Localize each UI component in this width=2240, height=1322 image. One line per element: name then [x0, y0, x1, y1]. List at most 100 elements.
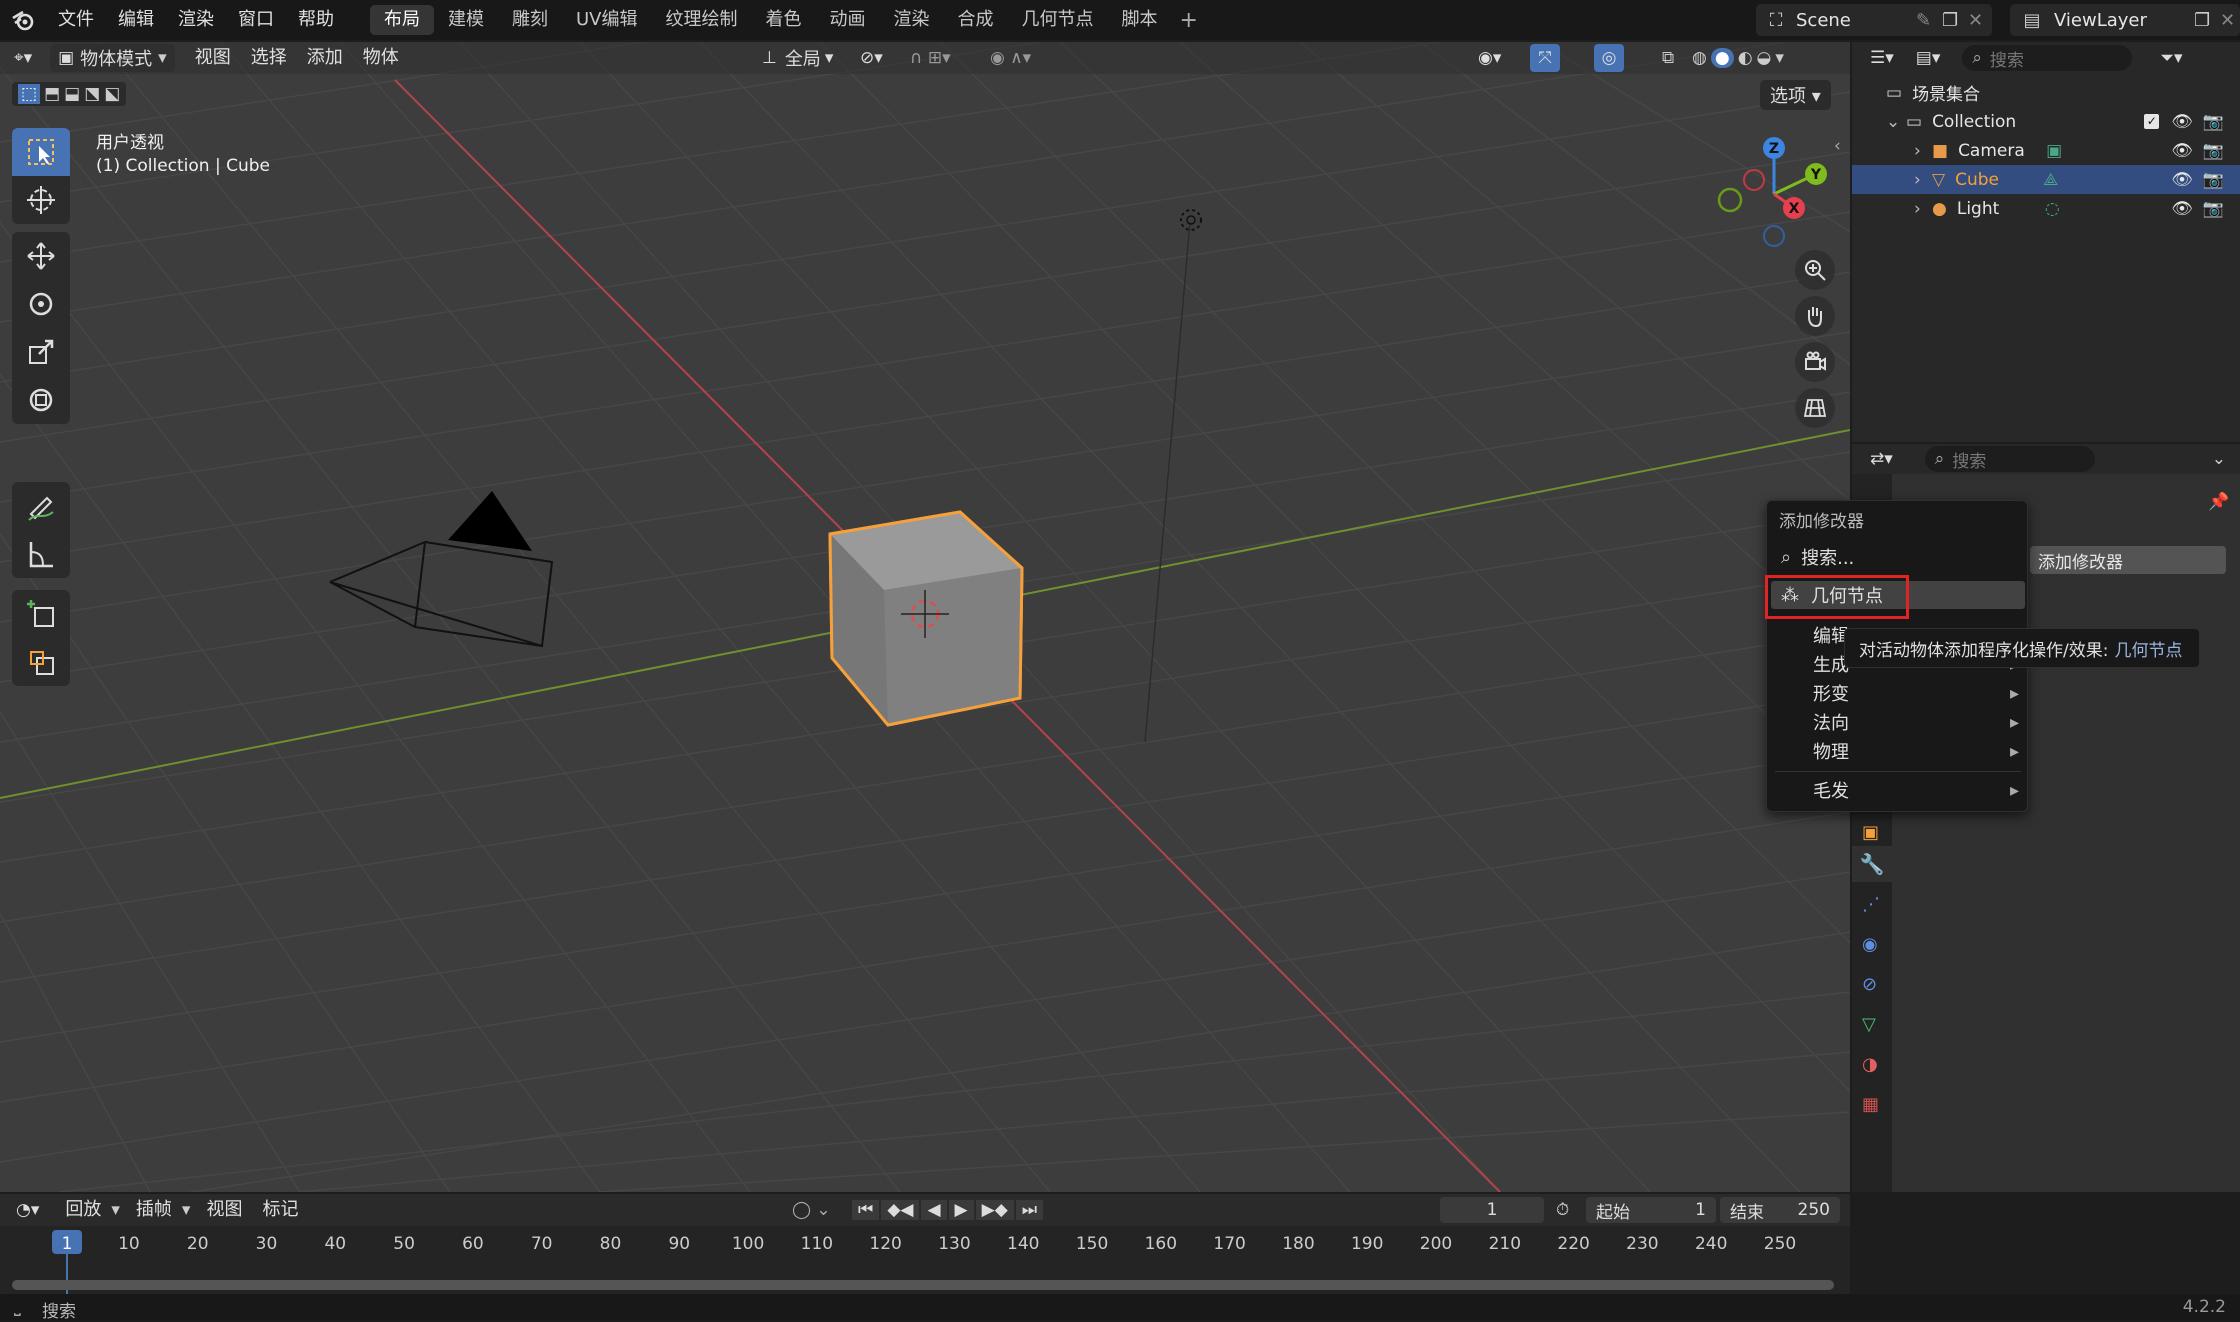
jump-start-icon[interactable]: ⏮	[852, 1200, 880, 1220]
tab-shading[interactable]: 着色	[752, 5, 816, 35]
outliner-item-camera[interactable]: › ■ Camera ▣ 👁 📷	[1852, 136, 2240, 165]
tab-geometry-nodes[interactable]: 几何节点	[1008, 5, 1108, 35]
select-intersect-icon[interactable]: ⬕	[104, 84, 120, 104]
menu-item-physics[interactable]: 物理 ▸	[1767, 737, 2029, 765]
select-invert-icon[interactable]: ⬔	[84, 84, 100, 104]
menu-help[interactable]: 帮助	[286, 0, 346, 40]
object-icon[interactable]: ▣	[1862, 822, 1879, 843]
navigation-gizmo[interactable]: Z Y X	[1714, 134, 1834, 254]
3d-viewport[interactable]: ⌖▾ ▣ 物体模式 ▾ 视图 选择 添加 物体 ⊥ 全局 ▾ ⊘▾ ∩ ⊞▾ ◉…	[0, 42, 1850, 1192]
annotate-icon[interactable]	[12, 482, 70, 530]
chevron-right-icon[interactable]: ›	[1914, 141, 1932, 161]
add-modifier-button[interactable]: 添加修改器	[2030, 546, 2226, 574]
outliner-item-cube[interactable]: › ▽ Cube ⟁ 👁 📷	[1852, 165, 2240, 194]
outliner-item-light[interactable]: › ● Light ◌ 👁 📷	[1852, 194, 2240, 223]
eye-icon[interactable]: 👁	[2171, 112, 2193, 132]
chevron-down-icon[interactable]: ⌄	[1886, 112, 1906, 132]
menu-marker[interactable]: 标记	[252, 1195, 308, 1225]
menu-window[interactable]: 窗口	[226, 0, 286, 40]
material-shading-icon[interactable]: ◐	[1738, 48, 1753, 68]
pin-icon[interactable]: 📌	[2208, 492, 2229, 512]
eye-icon[interactable]: 👁	[2171, 170, 2193, 190]
play-reverse-icon[interactable]: ◀	[921, 1200, 947, 1220]
menu-file[interactable]: 文件	[46, 0, 106, 40]
visibility-icon[interactable]: ◉▾	[1478, 48, 1501, 68]
render-camera-icon[interactable]: 📷	[2203, 199, 2224, 219]
options-dropdown[interactable]: 选项 ▾	[1760, 80, 1831, 110]
tab-modeling[interactable]: 建模	[434, 5, 498, 35]
new-view-layer-icon[interactable]: ❐	[2194, 10, 2220, 31]
stopwatch-icon[interactable]: ⏱	[1556, 1200, 1569, 1220]
scale-icon[interactable]	[12, 328, 70, 376]
tab-compositing[interactable]: 合成	[944, 5, 1008, 35]
snap-icon[interactable]: ∩ ⊞▾	[910, 48, 951, 68]
properties-editor-icon[interactable]: ⇄▾	[1870, 449, 1893, 469]
data-icon[interactable]: ▽	[1862, 1014, 1876, 1035]
menu-item-deform[interactable]: 形变 ▸	[1767, 679, 2029, 707]
select-extend-icon[interactable]: ⬒	[44, 84, 60, 104]
xray-icon[interactable]: ⧉	[1662, 48, 1674, 68]
menu-add[interactable]: 添加	[297, 43, 353, 73]
wrench-icon[interactable]: 🔧	[1852, 846, 1892, 882]
select-box-icon[interactable]	[12, 128, 70, 176]
outliner-search-field[interactable]: ⌕ 搜索	[1962, 45, 2133, 71]
jump-keyframe-back-icon[interactable]: ◆◀	[881, 1200, 920, 1220]
delete-view-layer-icon[interactable]: ✕	[2220, 10, 2240, 31]
menu-object[interactable]: 物体	[353, 43, 409, 73]
solid-shading-icon[interactable]: ●	[1710, 48, 1734, 68]
overlay-toggle-icon[interactable]: ◎	[1594, 44, 1624, 72]
tab-sculpting[interactable]: 雕刻	[498, 5, 562, 35]
timeline-editor-icon[interactable]: ◔▾	[16, 1200, 39, 1220]
add-cube-icon[interactable]	[12, 590, 70, 638]
rotate-icon[interactable]	[12, 280, 70, 328]
camera-view-icon[interactable]	[1795, 342, 1835, 382]
tab-rendering[interactable]: 渲染	[880, 5, 944, 35]
select-new-icon[interactable]: ⬚	[18, 84, 41, 104]
move-icon[interactable]	[12, 232, 70, 280]
chevron-right-icon[interactable]: ›	[1914, 170, 1932, 190]
perspective-toggle-icon[interactable]	[1795, 388, 1835, 428]
keyframe-toggle-icon[interactable]: ◯ ⌄	[792, 1200, 831, 1220]
collapse-sidebar-icon[interactable]: ‹	[1834, 136, 1841, 156]
menu-item-normals[interactable]: 法向 ▸	[1767, 708, 2029, 736]
extrude-icon[interactable]	[12, 638, 70, 686]
render-camera-icon[interactable]: 📷	[2203, 141, 2224, 161]
render-camera-icon[interactable]: 📷	[2203, 112, 2224, 132]
scene-collection-row[interactable]: ▭ 场景集合	[1852, 78, 2240, 107]
pivot-icon[interactable]: ⊘▾	[860, 48, 883, 68]
exclude-checkbox[interactable]: ✓	[2144, 114, 2160, 129]
frame-ruler[interactable]: 1 10 20 30 40 50 60 70 80 90 100 110 120 130 140 150 160…	[0, 1226, 1850, 1294]
tab-scripting[interactable]: 脚本	[1108, 5, 1172, 35]
material-icon[interactable]: ◑	[1862, 1054, 1878, 1075]
menu-playback[interactable]: 回放	[55, 1195, 111, 1225]
texture-icon[interactable]: ▦	[1862, 1094, 1879, 1115]
scene-selector[interactable]: ⛶ Scene ✎ ❐ ✕	[1756, 4, 1992, 36]
tab-animation[interactable]: 动画	[816, 5, 880, 35]
eye-icon[interactable]: 👁	[2171, 199, 2193, 219]
transform-icon[interactable]	[12, 376, 70, 424]
menu-select[interactable]: 选择	[241, 43, 297, 73]
rendered-shading-icon[interactable]: ◒	[1757, 48, 1772, 68]
physics-icon[interactable]: ◉	[1862, 934, 1878, 955]
zoom-icon[interactable]	[1795, 250, 1835, 290]
tab-layout[interactable]: 布局	[370, 5, 434, 35]
blender-logo-icon[interactable]	[0, 0, 46, 40]
menu-search-item[interactable]: ⌕ 搜索...	[1767, 543, 2029, 571]
end-frame-field[interactable]: 结束 250	[1720, 1197, 1840, 1223]
select-subtract-icon[interactable]: ⬓	[64, 84, 80, 104]
measure-icon[interactable]	[12, 530, 70, 578]
new-scene-icon[interactable]: ❐	[1942, 10, 1968, 31]
proportional-edit-icon[interactable]: ◉ ∧▾	[990, 48, 1031, 68]
cursor-icon[interactable]	[12, 176, 70, 224]
menu-edit[interactable]: 编辑	[106, 0, 166, 40]
constraints-icon[interactable]: ⊘	[1862, 974, 1877, 995]
chevron-down-icon[interactable]: ▾	[1775, 48, 1784, 68]
view-layer-selector[interactable]: ▤ ViewLayer ❐ ✕	[2010, 4, 2240, 36]
menu-item-hair[interactable]: 毛发 ▸	[1767, 776, 2029, 804]
menu-keying[interactable]: 插帧	[126, 1195, 182, 1225]
jump-end-icon[interactable]: ⏭	[1015, 1200, 1044, 1220]
tab-texture-paint[interactable]: 纹理绘制	[652, 5, 752, 35]
jump-keyframe-forward-icon[interactable]: ▶◆	[975, 1200, 1014, 1220]
filter-icon[interactable]: ⏷▾	[2160, 48, 2182, 68]
chevron-right-icon[interactable]: ›	[1914, 199, 1932, 219]
